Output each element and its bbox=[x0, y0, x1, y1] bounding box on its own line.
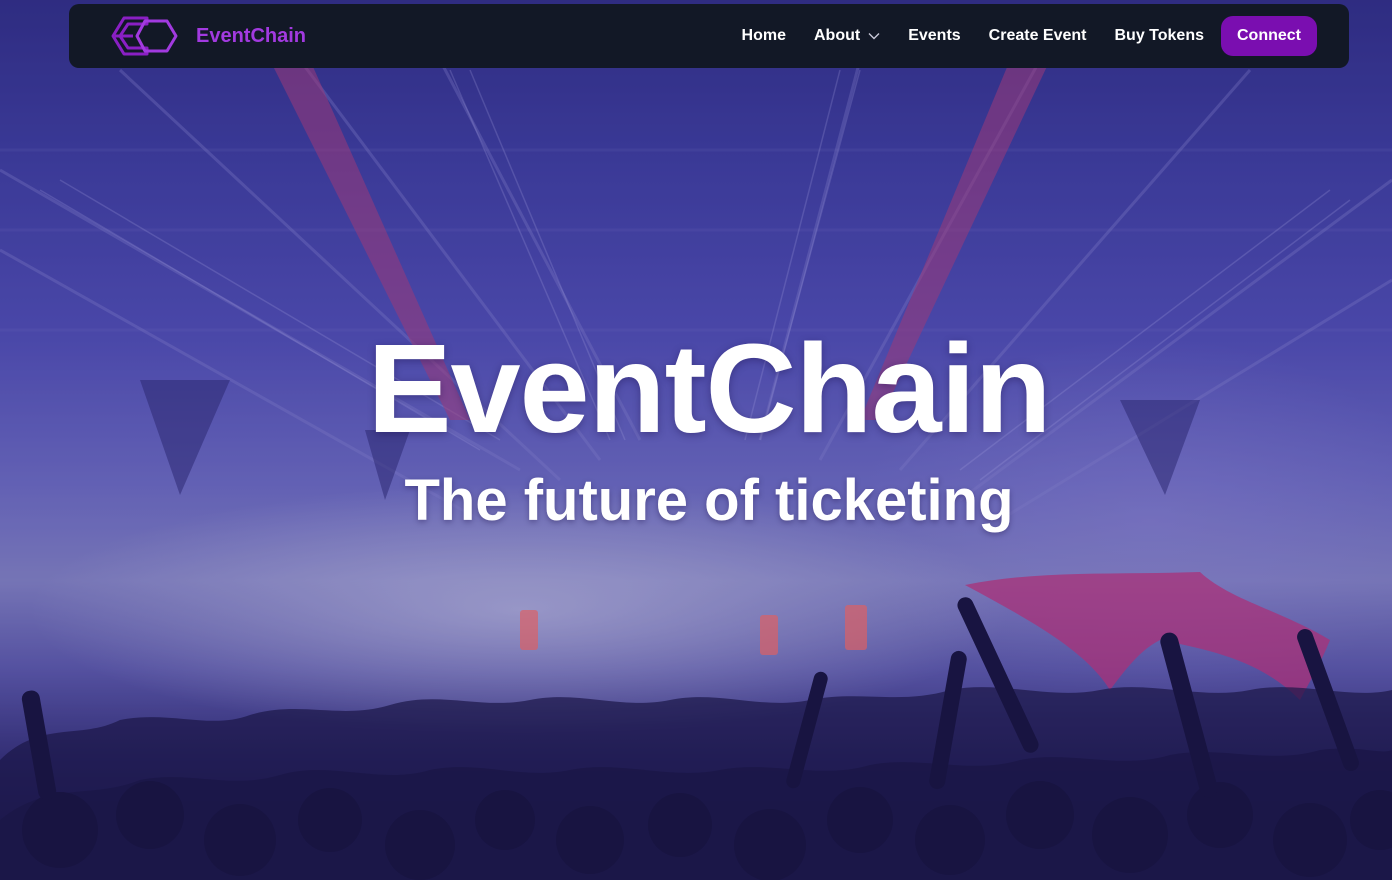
connect-button[interactable]: Connect bbox=[1221, 16, 1317, 56]
hero-subtitle: The future of ticketing bbox=[404, 468, 1014, 533]
brand-name: EventChain bbox=[196, 24, 307, 47]
nav-link-about[interactable]: About bbox=[814, 27, 880, 45]
nav-link-about-label: About bbox=[814, 27, 861, 44]
hero-title: EventChain bbox=[367, 318, 1051, 459]
eventchain-hexagon-logo-icon bbox=[111, 16, 178, 56]
nav-links: Home About Events Create Event Buy Token… bbox=[742, 16, 1317, 56]
nav-link-events[interactable]: Events bbox=[908, 27, 960, 45]
nav-link-home[interactable]: Home bbox=[742, 27, 786, 45]
top-navbar: EventChain Home About Events Create Even… bbox=[69, 4, 1349, 68]
nav-link-create-event[interactable]: Create Event bbox=[989, 27, 1087, 45]
nav-link-buy-tokens[interactable]: Buy Tokens bbox=[1115, 27, 1205, 45]
brand-home-link[interactable]: EventChain bbox=[111, 16, 306, 56]
chevron-down-icon bbox=[868, 33, 880, 40]
hero-section: EventChain The future of ticketing bbox=[0, 0, 1392, 880]
